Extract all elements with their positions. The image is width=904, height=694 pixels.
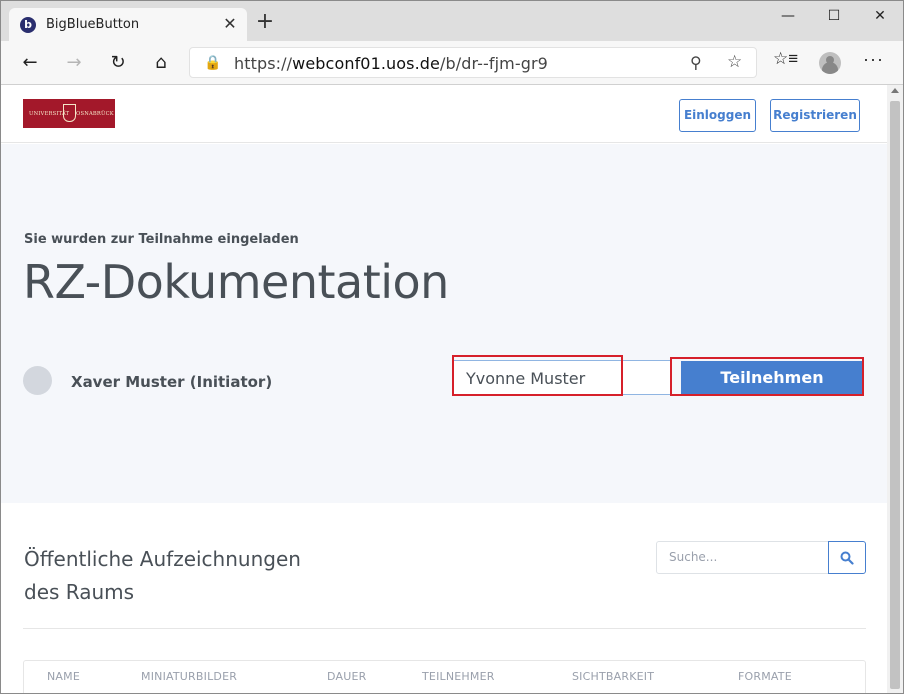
minimize-window-icon[interactable]: —: [765, 1, 811, 31]
scroll-up-icon[interactable]: [891, 88, 899, 93]
register-button[interactable]: Registrieren: [770, 99, 860, 132]
profile-avatar-icon[interactable]: [819, 52, 841, 74]
maximize-window-icon[interactable]: ☐: [811, 1, 857, 31]
invitation-text: Sie wurden zur Teilnahme eingeladen: [24, 232, 299, 247]
page-scrollbar[interactable]: [887, 85, 903, 693]
bigbluebutton-favicon-icon: b: [20, 17, 36, 33]
reload-icon[interactable]: ↻: [104, 49, 132, 77]
column-header-duration[interactable]: DAUER: [327, 670, 366, 683]
logo-text-right: OSNABRÜCK: [76, 111, 114, 117]
zoom-out-icon[interactable]: ⚲: [690, 53, 702, 73]
url-text[interactable]: https://webconf01.uos.de/b/dr--fjm-gr9: [234, 54, 548, 73]
owner-avatar: [23, 366, 52, 395]
recordings-title-line2: des Raums: [24, 580, 135, 604]
browser-tab[interactable]: b BigBlueButton ✕: [9, 8, 247, 41]
back-icon[interactable]: ←: [16, 49, 44, 77]
login-button[interactable]: Einloggen: [679, 99, 756, 132]
column-header-visibility[interactable]: SICHTBARKEIT: [572, 670, 654, 683]
tab-bar: b BigBlueButton ✕ + — ☐ ✕: [1, 1, 903, 41]
tab-title: BigBlueButton: [46, 17, 140, 32]
recordings-section: Öffentliche Aufzeichnungen des Raums Suc…: [1, 503, 887, 693]
new-tab-icon[interactable]: +: [254, 11, 276, 33]
section-divider: [23, 628, 866, 629]
page-viewport: UNIVERSITÄT OSNABRÜCK Einloggen Registri…: [1, 85, 887, 693]
university-logo[interactable]: UNIVERSITÄT OSNABRÜCK: [23, 99, 115, 128]
home-icon[interactable]: ⌂: [147, 49, 175, 77]
search-button[interactable]: [828, 541, 866, 574]
site-header: UNIVERSITÄT OSNABRÜCK Einloggen Registri…: [1, 85, 887, 143]
close-window-icon[interactable]: ✕: [857, 1, 903, 31]
lock-icon[interactable]: 🔒: [204, 54, 221, 71]
search-placeholder: Suche...: [669, 550, 718, 564]
column-header-formats[interactable]: FORMATE: [738, 670, 792, 683]
favorite-star-icon[interactable]: ☆: [727, 52, 742, 72]
crest-icon: [63, 104, 76, 122]
recordings-table: NAME MINIATURBILDER DAUER TEILNEHMER SIC…: [23, 660, 866, 693]
owner-name: Xaver Muster (Initiator): [71, 373, 273, 391]
forward-icon[interactable]: →: [60, 49, 88, 77]
more-options-icon[interactable]: ···: [863, 49, 884, 70]
join-button[interactable]: Teilnehmen: [681, 361, 863, 395]
favorites-list-icon[interactable]: ☆≡: [773, 49, 798, 69]
column-header-thumbnails[interactable]: MINIATURBILDER: [141, 670, 237, 683]
address-bar[interactable]: 🔒 https://webconf01.uos.de/b/dr--fjm-gr9…: [189, 47, 757, 78]
name-input[interactable]: Yvonne Muster: [453, 360, 671, 395]
browser-toolbar: ← → ↻ ⌂ 🔒 https://webconf01.uos.de/b/dr-…: [1, 41, 903, 85]
recordings-title: Öffentliche Aufzeichnungen des Raums: [24, 543, 324, 609]
url-path: /b/dr--fjm-gr9: [440, 54, 548, 73]
url-prefix: https://: [234, 54, 293, 73]
url-host: webconf01.uos.de: [292, 54, 440, 73]
recordings-title-line1: Öffentliche Aufzeichnungen: [24, 547, 301, 571]
search-icon: [840, 551, 854, 565]
room-title: RZ-Dokumentation: [23, 255, 449, 309]
search-input[interactable]: Suche...: [656, 541, 829, 574]
column-header-name[interactable]: NAME: [47, 670, 80, 683]
browser-window: b BigBlueButton ✕ + — ☐ ✕ ← → ↻ ⌂ 🔒 http…: [0, 0, 904, 694]
scroll-thumb[interactable]: [890, 101, 900, 689]
column-header-participants[interactable]: TEILNEHMER: [422, 670, 495, 683]
join-hero: Sie wurden zur Teilnahme eingeladen RZ-D…: [1, 144, 887, 503]
close-tab-icon[interactable]: ✕: [219, 13, 241, 35]
